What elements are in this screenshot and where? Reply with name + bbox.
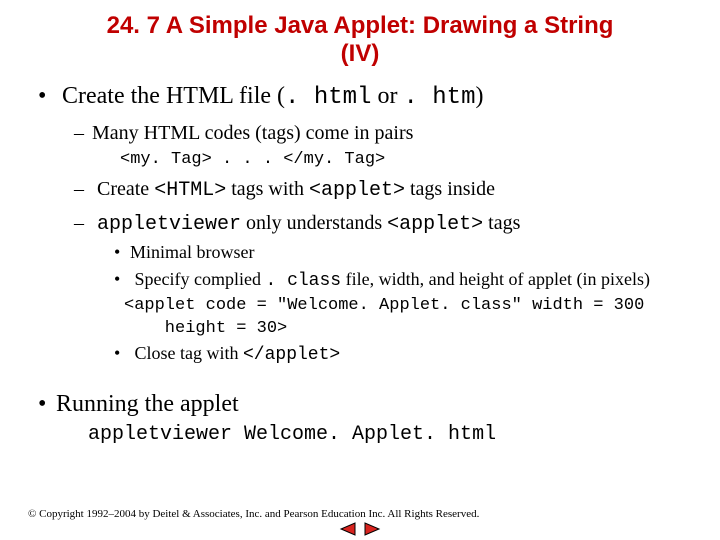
text: Specify complied bbox=[135, 269, 266, 289]
nav-controls bbox=[0, 520, 720, 538]
triangle-left-icon bbox=[339, 522, 357, 536]
title-line-1: 24. 7 A Simple Java Applet: Drawing a St… bbox=[107, 12, 614, 39]
code-applet-open-1: <applet code = "Welcome. Applet. class" … bbox=[124, 296, 692, 315]
slide: 24. 7 A Simple Java Applet: Drawing a St… bbox=[0, 0, 720, 540]
code-applet-open-2: height = 30> bbox=[124, 319, 692, 338]
code: <applet> bbox=[309, 179, 405, 202]
copyright-text: © Copyright 1992–2004 by Deitel & Associ… bbox=[28, 508, 692, 520]
code: appletviewer bbox=[97, 213, 241, 236]
text: file, width, and height of applet (in pi… bbox=[341, 269, 650, 289]
slide-title: 24. 7 A Simple Java Applet: Drawing a St… bbox=[40, 12, 680, 67]
bullet-specify-class: Specify complied . class file, width, an… bbox=[114, 268, 692, 293]
bullet-minimal-browser: Minimal browser bbox=[114, 241, 692, 264]
code-run-appletviewer: appletviewer Welcome. Applet. html bbox=[88, 423, 692, 446]
code-mytag: <my. Tag> . . . </my. Tag> bbox=[120, 150, 692, 169]
text: tags inside bbox=[405, 178, 495, 200]
bullet-create-html: Create the HTML file (. html or . htm) bbox=[38, 81, 692, 113]
code: . htm bbox=[403, 84, 475, 111]
code: <HTML> bbox=[154, 179, 226, 202]
code: . html bbox=[285, 84, 371, 111]
text: or bbox=[371, 83, 403, 109]
text: Create bbox=[97, 178, 154, 200]
bullet-create-applet-tags: Create <HTML> tags with <applet> tags in… bbox=[74, 177, 692, 203]
text: tags with bbox=[226, 178, 309, 200]
bullet-close-tag: Close tag with </applet> bbox=[114, 342, 692, 367]
next-button[interactable] bbox=[362, 520, 382, 537]
bullet-list: Create the HTML file (. html or . htm) M… bbox=[28, 81, 692, 446]
bullet-appletviewer-understands: appletviewer only understands <applet> t… bbox=[74, 211, 692, 237]
bullet-running-applet: Running the applet bbox=[38, 389, 692, 419]
code: </applet> bbox=[243, 345, 340, 365]
text: Create the HTML file ( bbox=[62, 83, 285, 109]
text: ) bbox=[475, 83, 483, 109]
code: <applet> bbox=[387, 213, 483, 236]
title-line-2: (IV) bbox=[341, 40, 380, 67]
text: only understands bbox=[241, 212, 387, 234]
prev-button[interactable] bbox=[338, 520, 362, 537]
text: Close tag with bbox=[135, 343, 244, 363]
triangle-right-icon bbox=[363, 522, 381, 536]
code: . class bbox=[265, 271, 341, 291]
bullet-tags-pairs: Many HTML codes (tags) come in pairs bbox=[74, 121, 692, 146]
text: tags bbox=[483, 212, 520, 234]
